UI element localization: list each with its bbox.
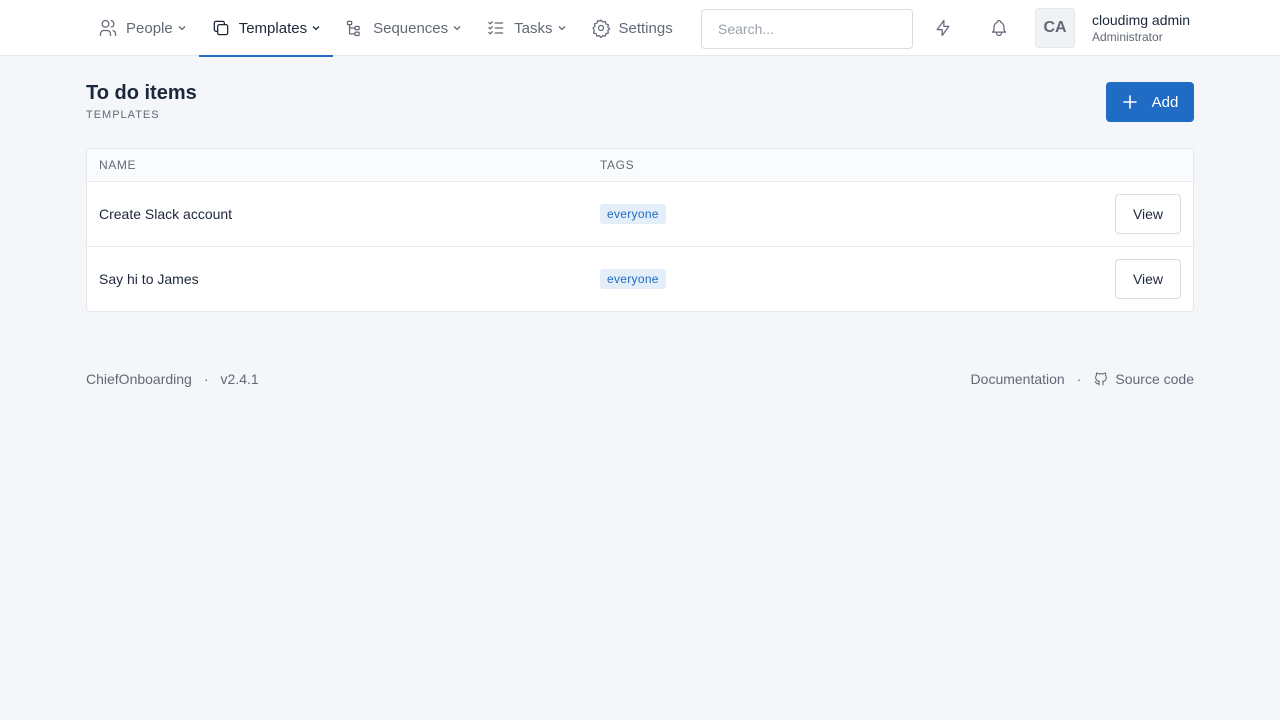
- tag-badge: everyone: [600, 204, 666, 224]
- chevron-down-icon: [557, 23, 567, 33]
- main-nav: People Templates Sequences Tasks Setting…: [86, 0, 685, 57]
- page-title: To do items: [86, 82, 197, 104]
- source-code-link[interactable]: Source code: [1115, 371, 1194, 387]
- plus-icon: [1122, 95, 1137, 109]
- column-header-name: NAME: [99, 158, 137, 172]
- table-row: Say hi to James everyone View: [87, 247, 1193, 311]
- documentation-link[interactable]: Documentation: [971, 371, 1065, 387]
- table-header: NAME TAGS: [87, 149, 1193, 182]
- nav-templates[interactable]: Templates: [198, 0, 334, 57]
- footer-left: ChiefOnboarding · v2.4.1: [86, 371, 259, 387]
- nav-tasks-label: Tasks: [514, 19, 553, 37]
- top-navbar: People Templates Sequences Tasks Setting…: [0, 0, 1280, 57]
- avatar[interactable]: CA: [1035, 8, 1075, 48]
- nav-sequences[interactable]: Sequences: [333, 0, 474, 56]
- nav-templates-label: Templates: [238, 19, 308, 37]
- copy-icon: [211, 18, 231, 38]
- nav-people-label: People: [126, 19, 173, 37]
- footer-right: Documentation · Source code: [971, 371, 1194, 387]
- nav-people[interactable]: People: [86, 0, 199, 56]
- sitemap-icon: [345, 18, 365, 38]
- row-name: Create Slack account: [99, 206, 233, 222]
- templates-table: NAME TAGS Create Slack account everyone …: [86, 148, 1194, 312]
- bolt-icon[interactable]: [929, 14, 957, 42]
- nav-settings[interactable]: Settings: [579, 0, 685, 56]
- table-row: Create Slack account everyone View: [87, 182, 1193, 247]
- github-icon: [1093, 371, 1109, 387]
- add-button[interactable]: Add: [1106, 82, 1194, 122]
- row-name: Say hi to James: [99, 271, 199, 287]
- column-header-tags: TAGS: [600, 158, 635, 172]
- bell-icon[interactable]: [985, 14, 1013, 42]
- footer-separator: ·: [1076, 371, 1082, 387]
- chevron-down-icon: [452, 23, 462, 33]
- chevron-down-icon: [177, 23, 187, 33]
- nav-sequences-label: Sequences: [373, 19, 449, 37]
- add-button-label: Add: [1151, 93, 1179, 111]
- tag-badge: everyone: [600, 269, 666, 289]
- nav-tasks[interactable]: Tasks: [474, 0, 578, 56]
- list-check-icon: [486, 18, 506, 38]
- footer-separator: ·: [203, 371, 209, 387]
- user-menu[interactable]: cloudimg admin Administrator: [1092, 11, 1190, 45]
- footer-version-link[interactable]: v2.4.1: [221, 371, 259, 387]
- user-name: cloudimg admin: [1092, 12, 1191, 28]
- nav-settings-label: Settings: [618, 19, 673, 37]
- gear-icon: [591, 18, 611, 38]
- user-role: Administrator: [1092, 30, 1163, 44]
- page-pretitle: TEMPLATES: [86, 109, 160, 121]
- view-button[interactable]: View: [1115, 259, 1181, 299]
- users-icon: [98, 18, 118, 38]
- footer-brand-link[interactable]: ChiefOnboarding: [86, 371, 192, 387]
- view-button[interactable]: View: [1115, 194, 1181, 234]
- chevron-down-icon: [311, 23, 321, 33]
- search-input[interactable]: [701, 9, 913, 49]
